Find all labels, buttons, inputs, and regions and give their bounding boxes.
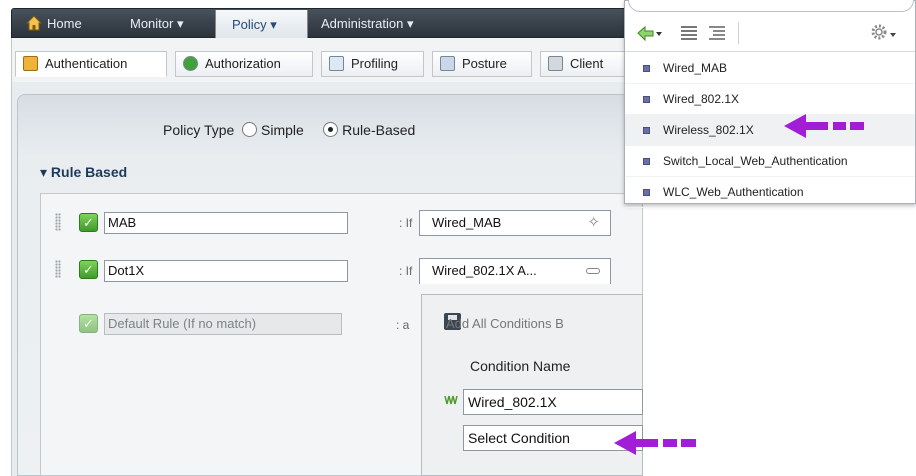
- dropdown-item[interactable]: WLC_Web_Authentication: [625, 177, 915, 208]
- dropdown-item[interactable]: Wired_MAB: [625, 53, 915, 84]
- posture-icon: [440, 56, 455, 71]
- if-label: : If: [399, 216, 413, 230]
- dropdown-item-highlighted[interactable]: Wireless_802.1X: [625, 115, 915, 146]
- dropdown-item[interactable]: Wired_802.1X: [625, 84, 915, 115]
- back-arrow-icon[interactable]: [637, 25, 663, 43]
- if-label: : If: [399, 264, 413, 278]
- if-label: : a: [396, 318, 410, 332]
- drag-handle[interactable]: [55, 213, 61, 231]
- dropdown-item[interactable]: Switch_Local_Web_Authentication: [625, 146, 915, 177]
- gear-icon[interactable]: [869, 22, 899, 42]
- rule-based-section-title[interactable]: ▾ Rule Based: [40, 164, 127, 181]
- rule-condition-value: Wired_802.1X A...: [432, 263, 537, 278]
- policy-type-selector: Policy Type Simple Rule-Based: [163, 122, 415, 138]
- drag-handle[interactable]: [55, 260, 61, 278]
- rule-condition-field[interactable]: Wired_MAB ✧: [419, 210, 611, 236]
- condition-library-icon[interactable]: [444, 394, 460, 406]
- rule-condition-field[interactable]: Wired_802.1X A...: [419, 258, 611, 284]
- tree-view-icon[interactable]: [709, 26, 725, 40]
- annotation-arrow-icon: [614, 431, 696, 455]
- add-all-conditions-link[interactable]: Add All Conditions B: [446, 316, 564, 331]
- condition-bullet-icon: [643, 189, 650, 196]
- condition-bullet-icon: [643, 127, 650, 134]
- condition-bullet-icon: [643, 158, 650, 165]
- authorization-icon: [183, 56, 198, 71]
- rule-based-radio[interactable]: [323, 122, 339, 137]
- simple-radio[interactable]: [242, 122, 258, 137]
- nav-home[interactable]: Home: [47, 9, 82, 38]
- dropdown-toolbar: [625, 16, 915, 52]
- profiling-icon: [329, 56, 344, 71]
- nav-policy[interactable]: Policy ▾: [215, 10, 308, 39]
- remove-condition-icon[interactable]: [586, 268, 600, 274]
- tab-posture-label: Posture: [462, 56, 507, 71]
- dropdown-search-edge: [628, 0, 914, 12]
- condition-bullet-icon: [643, 65, 650, 72]
- tab-authentication[interactable]: Authentication: [15, 51, 167, 77]
- list-view-icon[interactable]: [681, 26, 697, 40]
- tab-profiling[interactable]: Profiling: [321, 51, 424, 77]
- tab-posture[interactable]: Posture: [432, 51, 532, 77]
- dropdown-item-label: Switch_Local_Web_Authentication: [663, 154, 848, 168]
- rule-enabled-checkbox[interactable]: ✓: [79, 314, 98, 333]
- tab-authorization-label: Authorization: [205, 56, 281, 71]
- tab-profiling-label: Profiling: [351, 56, 398, 71]
- toolbar-divider: [738, 22, 739, 44]
- policy-type-label: Policy Type: [163, 122, 235, 138]
- rule-enabled-checkbox[interactable]: ✓: [79, 213, 98, 232]
- rule-based-radio-label[interactable]: Rule-Based: [342, 122, 415, 138]
- tab-authorization[interactable]: Authorization: [175, 51, 313, 77]
- dropdown-item-label: WLC_Web_Authentication: [663, 185, 804, 199]
- nav-monitor[interactable]: Monitor ▾: [130, 9, 184, 38]
- nav-administration[interactable]: Administration ▾: [321, 9, 414, 38]
- tab-authentication-label: Authentication: [45, 56, 128, 71]
- home-icon: [26, 15, 42, 31]
- tab-client-label: Client: [570, 56, 604, 71]
- dropdown-item-label: Wireless_802.1X: [663, 123, 754, 137]
- rule-name-input[interactable]: MAB: [104, 212, 348, 234]
- add-condition-icon[interactable]: ✧: [587, 211, 600, 235]
- top-nav-bar: Home Monitor ▾ Policy ▾ Administration ▾: [11, 8, 643, 39]
- rule-enabled-checkbox[interactable]: ✓: [79, 260, 98, 279]
- authentication-icon: [23, 56, 38, 71]
- dropdown-item-label: Wired_802.1X: [663, 92, 740, 106]
- rule-name-input[interactable]: Dot1X: [104, 260, 348, 282]
- dropdown-item-label: Wired_MAB: [663, 61, 728, 75]
- condition-bullet-icon: [643, 96, 650, 103]
- rule-condition-value: Wired_MAB: [432, 215, 502, 230]
- simple-radio-label[interactable]: Simple: [261, 122, 304, 138]
- annotation-arrow-icon: [784, 114, 864, 138]
- rule-name-input: Default Rule (If no match): [104, 313, 342, 335]
- condition-name-header: Condition Name: [470, 358, 571, 374]
- client-icon: [548, 56, 563, 71]
- condition-row[interactable]: Wired_802.1X: [463, 389, 643, 415]
